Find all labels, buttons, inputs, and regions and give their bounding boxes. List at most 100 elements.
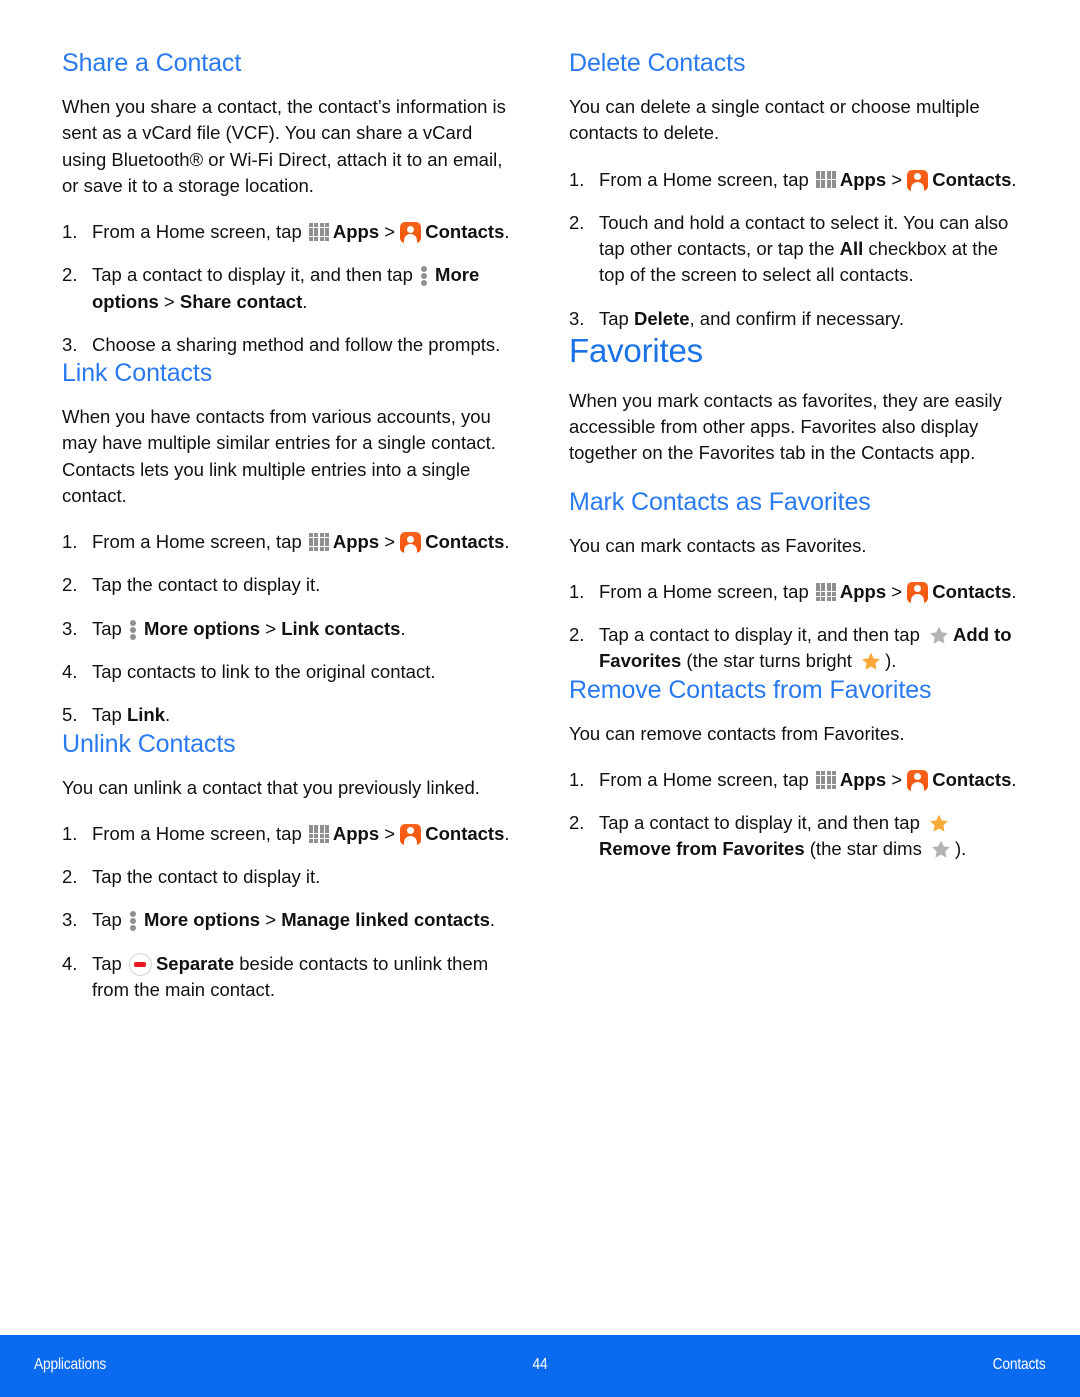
step-item: 3. Tap More options > Link contacts. xyxy=(62,616,511,642)
step-number: 3. xyxy=(62,617,78,639)
step-text: Tap More options > Link contacts. xyxy=(92,617,406,640)
star-dim-icon xyxy=(930,839,952,860)
step-item: 2. Tap the contact to display it. xyxy=(62,864,511,890)
step-number: 2. xyxy=(62,574,78,596)
step-number: 2. xyxy=(62,264,78,286)
star-bright-icon xyxy=(928,813,950,834)
page-footer: Applications 44 Contacts xyxy=(0,1335,1080,1397)
emphasis-text: Contacts xyxy=(425,221,505,243)
step-item: 1. From a Home screen, tap Apps > Contact… xyxy=(569,167,1018,193)
step-number: 1. xyxy=(62,531,78,553)
step-text: From a Home screen, tap Apps > Contacts. xyxy=(599,168,1017,191)
left-column: Share a Contact When you share a contact… xyxy=(62,48,511,1003)
contacts-app-icon xyxy=(907,769,929,791)
emphasis-text: Separate xyxy=(155,952,235,974)
step-number: 4. xyxy=(62,660,78,682)
emphasis-text: Apps xyxy=(839,168,887,190)
steps-share-a-contact: 1. From a Home screen, tap Apps > Contact… xyxy=(62,219,511,358)
section-heading-unlink-contacts: Unlink Contacts xyxy=(62,729,236,758)
emphasis-text: Contacts xyxy=(932,580,1012,602)
step-item: 2. Touch and hold a contact to select it.… xyxy=(569,210,1018,289)
contacts-app-icon xyxy=(907,169,929,191)
step-text: Tap contacts to link to the original con… xyxy=(92,660,436,682)
step-text: Tap More options > Manage linked contact… xyxy=(92,909,496,932)
emphasis-text: Apps xyxy=(839,768,887,790)
step-text: Tap Link. xyxy=(92,704,171,726)
step-text: Choose a sharing method and follow the p… xyxy=(92,333,501,355)
step-number: 1. xyxy=(62,822,78,844)
step-item: 1. From a Home screen, tap Apps > Contact… xyxy=(62,219,511,245)
emphasis-text: Apps xyxy=(332,531,380,553)
section-heading-delete-contacts: Delete Contacts xyxy=(569,49,746,77)
step-text: Touch and hold a contact to select it. Y… xyxy=(599,211,1009,286)
step-number: 1. xyxy=(569,768,585,790)
footer-page-number: 44 xyxy=(532,1356,548,1373)
contacts-app-icon xyxy=(400,222,422,244)
emphasis-text: All xyxy=(839,238,864,260)
step-item: 2. Tap the contact to display it. xyxy=(62,572,511,598)
section-intro-mark-contacts-as-favorites: You can mark contacts as Favorites. xyxy=(569,534,867,556)
step-text: Tap the contact to display it. xyxy=(92,574,321,596)
emphasis-text: More options xyxy=(143,909,261,931)
step-text: From a Home screen, tap Apps > Contacts. xyxy=(599,768,1017,791)
contacts-app-icon xyxy=(400,532,422,554)
emphasis-text: Link contacts xyxy=(281,617,401,639)
section-heading-remove-contacts-from-favorites: Remove Contacts from Favorites xyxy=(569,675,932,704)
step-number: 5. xyxy=(62,704,78,726)
step-number: 1. xyxy=(62,221,78,243)
step-text: Tap a contact to display it, and then ta… xyxy=(92,264,480,312)
section-intro-remove-contacts-from-favorites: You can remove contacts from Favorites. xyxy=(569,722,905,744)
step-number: 3. xyxy=(569,307,585,329)
section-intro-favorites: When you mark contacts as favorites, the… xyxy=(569,389,1002,464)
step-number: 1. xyxy=(569,580,585,602)
section-intro-link-contacts: When you have contacts from various acco… xyxy=(62,406,496,506)
step-number: 2. xyxy=(569,812,585,834)
contacts-app-icon xyxy=(400,823,422,845)
step-item: 2. Tap a contact to display it, and then … xyxy=(569,810,1018,863)
step-item: 3. Tap Delete, and confirm if necessary. xyxy=(569,306,1018,332)
section-intro-share-a-contact: When you share a contact, the contact’s … xyxy=(62,96,506,196)
emphasis-text: Manage linked contacts xyxy=(281,909,490,931)
step-item: 1. From a Home screen, tap Apps > Contact… xyxy=(569,579,1018,605)
steps-delete-contacts: 1. From a Home screen, tap Apps > Contact… xyxy=(569,167,1018,332)
emphasis-text: Contacts xyxy=(932,168,1012,190)
step-item: 1. From a Home screen, tap Apps > Contact… xyxy=(62,821,511,847)
section-heading-mark-contacts-as-favorites: Mark Contacts as Favorites xyxy=(569,487,871,516)
step-number: 1. xyxy=(569,168,585,190)
step-item: 3. Tap More options > Manage linked conta… xyxy=(62,907,511,933)
more-options-icon xyxy=(129,619,138,640)
emphasis-text: Link xyxy=(126,704,165,726)
step-number: 2. xyxy=(569,211,585,233)
separate-minus-icon xyxy=(128,952,152,976)
apps-grid-icon xyxy=(815,170,837,189)
step-item: 2. Tap a contact to display it, and then … xyxy=(62,262,511,315)
apps-grid-icon xyxy=(308,533,330,551)
emphasis-text: Contacts xyxy=(932,768,1012,790)
step-number: 2. xyxy=(62,866,78,888)
step-text: From a Home screen, tap Apps > Contacts. xyxy=(92,822,510,845)
step-text: Tap Delete, and confirm if necessary. xyxy=(599,307,905,329)
section-heading-link-contacts: Link Contacts xyxy=(62,359,213,388)
two-column-body: Share a Contact When you share a contact… xyxy=(62,48,1018,1003)
step-text: From a Home screen, tap Apps > Contacts. xyxy=(92,531,510,554)
steps-remove-contacts-from-favorites: 1. From a Home screen, tap Apps > Contact… xyxy=(569,767,1018,863)
emphasis-text: Share contact xyxy=(179,290,303,312)
emphasis-text: Contacts xyxy=(425,531,505,553)
step-text: Tap a contact to display it, and then ta… xyxy=(599,812,967,860)
contacts-app-icon xyxy=(907,581,929,603)
step-item: 1. From a Home screen, tap Apps > Contact… xyxy=(62,529,511,555)
step-item: 3. Choose a sharing method and follow the… xyxy=(62,332,511,358)
step-item: 2. Tap a contact to display it, and then … xyxy=(569,622,1018,675)
apps-grid-icon xyxy=(815,582,837,601)
star-bright-icon xyxy=(860,651,882,672)
steps-link-contacts: 1. From a Home screen, tap Apps > Contact… xyxy=(62,529,511,728)
section-intro-unlink-contacts: You can unlink a contact that you previo… xyxy=(62,776,480,798)
emphasis-text: Remove from Favorites xyxy=(599,838,805,860)
more-options-icon xyxy=(421,265,429,287)
step-number: 2. xyxy=(569,624,585,646)
apps-grid-icon xyxy=(308,223,330,241)
apps-grid-icon xyxy=(308,824,330,843)
step-item: 5. Tap Link. xyxy=(62,702,511,728)
right-column: Delete Contacts You can delete a single … xyxy=(569,48,1018,1003)
emphasis-text: Apps xyxy=(839,580,887,602)
